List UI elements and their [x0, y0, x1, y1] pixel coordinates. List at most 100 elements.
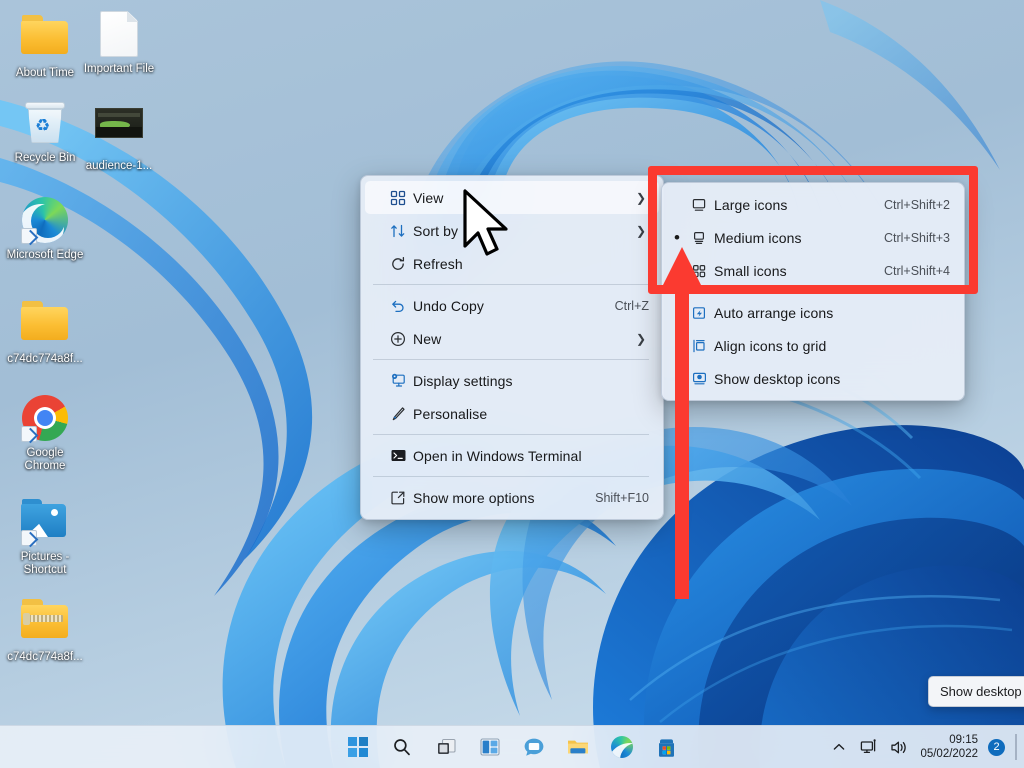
desktop-icon-important-file[interactable]: Important File: [80, 10, 158, 76]
align-grid-icon: [684, 338, 714, 354]
menu-item-undo-copy[interactable]: Undo Copy Ctrl+Z: [365, 289, 659, 322]
undo-icon: [383, 298, 413, 314]
menu-item-view[interactable]: View ❯: [365, 181, 659, 214]
menu-item-label: Sort by: [413, 222, 459, 239]
desktop-screen: About Time Important File ♻ Recycle Bin …: [0, 0, 1024, 768]
taskbar-start-button[interactable]: [339, 729, 377, 765]
photo-thumbnail-icon: [95, 108, 143, 156]
menu-item-label: Refresh: [413, 255, 463, 272]
submenu-item-small-icons[interactable]: Small icons Ctrl+Shift+4: [666, 254, 960, 287]
submenu-item-auto-arrange-icons[interactable]: Auto arrange icons: [666, 296, 960, 329]
taskbar-widgets-button[interactable]: [471, 729, 509, 765]
menu-item-refresh[interactable]: Refresh: [365, 247, 659, 280]
taskbar-edge-button[interactable]: [603, 729, 641, 765]
network-button[interactable]: [856, 730, 882, 764]
pictures-folder-icon: [21, 499, 69, 547]
menu-item-label: New: [413, 330, 442, 347]
submenu-item-medium-icons[interactable]: • Medium icons Ctrl+Shift+3: [666, 221, 960, 254]
desktop-icon-recycle-bin[interactable]: ♻ Recycle Bin: [6, 98, 84, 165]
widgets-icon: [480, 738, 500, 756]
submenu-item-label: Show desktop icons: [714, 370, 841, 387]
desktop-icon-google-chrome[interactable]: Google Chrome: [6, 394, 84, 473]
zip-folder-icon: [21, 599, 69, 647]
shortcut-overlay-icon: [21, 228, 37, 244]
menu-separator: [373, 359, 649, 360]
submenu-item-accelerator: Ctrl+Shift+2: [883, 197, 950, 212]
show-desktop-tooltip: Show desktop: [928, 676, 1024, 707]
menu-item-accelerator: Ctrl+Z: [614, 298, 649, 313]
chrome-icon: [21, 395, 69, 443]
medium-monitor-icon: [684, 230, 714, 246]
recycle-bin-icon: ♻: [21, 100, 69, 148]
taskbar-file-explorer-button[interactable]: [559, 729, 597, 765]
menu-item-new[interactable]: New ❯: [365, 322, 659, 355]
taskbar-clock[interactable]: 09:15 05/02/2022: [916, 733, 984, 761]
submenu-item-large-icons[interactable]: Large icons Ctrl+Shift+2: [666, 188, 960, 221]
taskbar-search-button[interactable]: [383, 729, 421, 765]
menu-item-display-settings[interactable]: Display settings: [365, 364, 659, 397]
expand-icon: [383, 490, 413, 506]
desktop-icon-label: Recycle Bin: [14, 152, 76, 164]
document-icon: [95, 11, 143, 59]
shortcut-overlay-icon: [21, 426, 37, 442]
view-submenu[interactable]: Large icons Ctrl+Shift+2 • Medium icons …: [661, 182, 965, 401]
desktop-icon-pictures-shortcut[interactable]: Pictures - Shortcut: [6, 494, 84, 577]
desktop-icon-label: About Time: [15, 67, 75, 79]
taskbar-task-view-button[interactable]: [427, 729, 465, 765]
desktop-icon-audience-image[interactable]: audience-1...: [80, 98, 158, 173]
submenu-item-align-icons-to-grid[interactable]: Align icons to grid: [666, 329, 960, 362]
sort-arrows-icon: [383, 223, 413, 239]
network-icon: [860, 738, 876, 753]
submenu-item-show-desktop-icons[interactable]: Show desktop icons: [666, 362, 960, 395]
submenu-item-label: Medium icons: [714, 229, 802, 246]
volume-button[interactable]: [886, 730, 912, 764]
desktop-icon-c74dc774a8f-zip[interactable]: c74dc774a8f...: [6, 594, 84, 664]
menu-item-sort-by[interactable]: Sort by ❯: [365, 214, 659, 247]
small-grid-icon: [684, 263, 714, 279]
menu-item-label: Show more options: [413, 489, 535, 506]
refresh-icon: [383, 256, 413, 272]
desktop-icon-c74dc774a8f-folder[interactable]: c74dc774a8f...: [6, 296, 84, 366]
submenu-item-accelerator: Ctrl+Shift+3: [883, 230, 950, 245]
menu-item-open-in-windows-terminal[interactable]: Open in Windows Terminal: [365, 439, 659, 472]
chevron-right-icon: ❯: [635, 331, 647, 346]
menu-item-label: Personalise: [413, 405, 488, 422]
desktop-icon-label: Google Chrome: [24, 447, 66, 472]
folder-icon: [21, 15, 69, 63]
edge-icon: [21, 197, 69, 245]
clock-date: 05/02/2022: [920, 748, 978, 760]
taskbar-center-group: [339, 729, 685, 765]
notification-count: 2: [993, 741, 1000, 753]
grid-icon: [383, 190, 413, 206]
show-desktop-button[interactable]: [1015, 734, 1017, 760]
desktop-icon-microsoft-edge[interactable]: Microsoft Edge: [6, 196, 84, 262]
menu-item-label: Undo Copy: [413, 297, 484, 314]
desktop-context-menu[interactable]: View ❯ Sort by ❯ Refresh Undo Copy Ctrl+…: [360, 175, 664, 520]
chevron-right-icon: ❯: [635, 223, 647, 238]
plus-circle-icon: [383, 331, 413, 347]
search-icon: [394, 739, 410, 756]
menu-item-show-more-options[interactable]: Show more options Shift+F10: [365, 481, 659, 514]
desktop-icon-label: audience-1...: [85, 160, 153, 172]
monitor-gear-icon: [383, 372, 413, 389]
task-view-icon: [437, 738, 456, 754]
desktop-icon-label: Important File: [83, 63, 155, 75]
chevron-right-icon: ❯: [635, 190, 647, 205]
large-monitor-icon: [684, 197, 714, 213]
desktop-icon-label: Pictures - Shortcut: [20, 551, 70, 576]
notification-count-badge[interactable]: 2: [988, 738, 1005, 756]
desktop-icon-label: Microsoft Edge: [6, 249, 84, 261]
edge-icon: [611, 736, 633, 758]
menu-item-label: Open in Windows Terminal: [413, 447, 582, 464]
microsoft-store-icon: [658, 738, 674, 757]
chevron-up-icon: [834, 743, 845, 750]
menu-item-personalise[interactable]: Personalise: [365, 397, 659, 430]
show-hidden-icons-button[interactable]: [826, 730, 852, 764]
taskbar-chat-button[interactable]: [515, 729, 553, 765]
file-explorer-icon: [568, 740, 588, 754]
desktop-icon-about-time[interactable]: About Time: [6, 10, 84, 80]
taskbar-microsoft-store-button[interactable]: [647, 729, 685, 765]
paintbrush-icon: [383, 406, 413, 422]
submenu-item-label: Auto arrange icons: [714, 304, 834, 321]
menu-item-label: Display settings: [413, 372, 513, 389]
